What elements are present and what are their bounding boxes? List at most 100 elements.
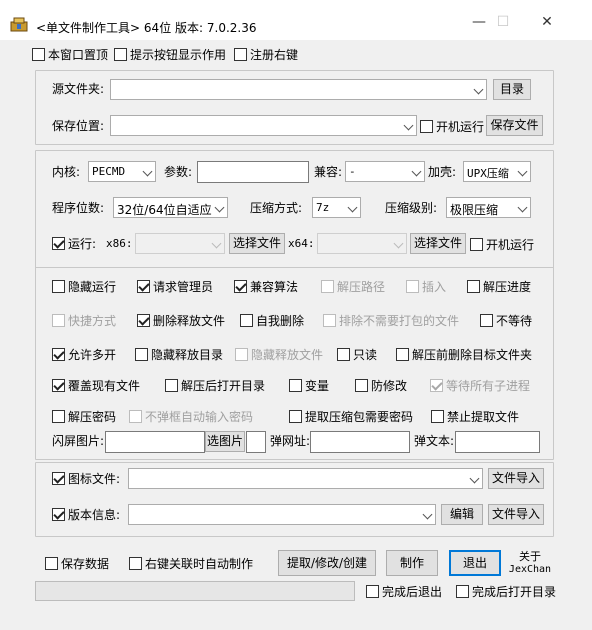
save-file-button[interactable]: 保存文件 — [486, 115, 543, 136]
allow-multiple-checkbox[interactable]: 允许多开 — [52, 346, 116, 362]
version-info-checkbox[interactable]: 版本信息: — [52, 506, 120, 522]
insert-checkbox[interactable]: 插入 — [406, 278, 446, 294]
checkbox-box — [52, 409, 65, 423]
compress-level-combo[interactable]: 极限压缩 — [446, 197, 531, 218]
checkbox-box — [396, 347, 409, 361]
popup-text-label: 弹文本: — [414, 434, 455, 448]
checkbox-label: 等待所有子进程 — [446, 378, 531, 393]
open-dir-after-extract-checkbox[interactable]: 解压后打开目录 — [165, 377, 265, 393]
save-location-label: 保存位置: — [52, 119, 105, 133]
icon-file-combo[interactable] — [128, 468, 483, 489]
checkbox-label: 解压密码 — [68, 409, 117, 424]
popup-url-input[interactable] — [310, 431, 410, 453]
core-combo[interactable]: PECMD — [88, 161, 156, 182]
params-input[interactable] — [197, 161, 309, 183]
variable-checkbox[interactable]: 变量 — [289, 377, 329, 393]
select-file-x64-button[interactable]: 选择文件 — [410, 233, 466, 254]
compat-label: 兼容: — [314, 165, 343, 179]
icon-file-checkbox[interactable]: 图标文件: — [52, 470, 120, 486]
chevron-down-icon — [393, 238, 404, 249]
checkbox-box — [467, 279, 480, 293]
version-info-combo[interactable] — [128, 504, 436, 525]
checkbox-label: 版本信息: — [68, 507, 121, 522]
compat-combo[interactable]: - — [345, 161, 425, 182]
checkbox-box — [52, 279, 65, 293]
x86-combo[interactable] — [135, 233, 225, 254]
compress-level-label: 压缩级别: — [385, 201, 438, 215]
checkbox-label: 本窗口置顶 — [48, 47, 109, 62]
topmost-checkbox[interactable]: 本窗口置顶 — [32, 46, 108, 62]
auto-input-password-checkbox[interactable]: 不弹框自动输入密码 — [129, 408, 253, 424]
hide-run-checkbox[interactable]: 隐藏运行 — [52, 278, 116, 294]
checkbox-box — [289, 409, 302, 423]
self-delete-checkbox[interactable]: 自我删除 — [240, 312, 304, 328]
icon-import-button[interactable]: 文件导入 — [488, 468, 544, 489]
auto-make-checkbox[interactable]: 右键关联时自动制作 — [129, 555, 253, 571]
show-tooltips-checkbox[interactable]: 提示按钮显示作用 — [114, 46, 226, 62]
exclude-files-checkbox[interactable]: 排除不需要打包的文件 — [323, 312, 459, 328]
delete-target-before-extract-checkbox[interactable]: 解压前删除目标文件夹 — [396, 346, 532, 362]
x64-combo[interactable] — [317, 233, 407, 254]
checkbox-label: 覆盖现有文件 — [68, 378, 141, 393]
checkbox-label: 不等待 — [496, 313, 533, 328]
shortcut-checkbox[interactable]: 快捷方式 — [52, 312, 116, 328]
extract-progress-checkbox[interactable]: 解压进度 — [467, 278, 531, 294]
extract-path-checkbox[interactable]: 解压路径 — [321, 278, 385, 294]
run-checkbox[interactable]: 运行: — [52, 235, 96, 251]
checkbox-label: 运行: — [68, 236, 97, 251]
save-location-combo[interactable] — [110, 115, 417, 136]
overwrite-existing-checkbox[interactable]: 覆盖现有文件 — [52, 377, 140, 393]
chevron-down-icon — [214, 202, 225, 213]
checkbox-box — [406, 279, 419, 293]
about-link[interactable]: 关于 JexChan — [505, 550, 555, 576]
save-data-checkbox[interactable]: 保存数据 — [45, 555, 109, 571]
make-button[interactable]: 制作 — [386, 550, 438, 576]
checkbox-label: 右键关联时自动制作 — [145, 556, 254, 571]
compress-method-combo[interactable]: 7z — [312, 197, 361, 218]
checkbox-label: 完成后打开目录 — [472, 584, 557, 599]
no-wait-checkbox[interactable]: 不等待 — [480, 312, 532, 328]
popup-text-input[interactable] — [455, 431, 540, 453]
exit-after-done-checkbox[interactable]: 完成后退出 — [366, 583, 442, 599]
extract-password-checkbox[interactable]: 解压密码 — [52, 408, 116, 424]
checkbox-label: 请求管理员 — [153, 279, 214, 294]
bits-combo[interactable]: 32位/64位自适应 — [113, 197, 228, 218]
select-image-button[interactable]: 选图片 — [205, 431, 245, 452]
open-dir-after-done-checkbox[interactable]: 完成后打开目录 — [456, 583, 556, 599]
shell-combo[interactable]: UPX压缩 — [463, 161, 531, 182]
forbid-extract-checkbox[interactable]: 禁止提取文件 — [431, 408, 519, 424]
version-import-button[interactable]: 文件导入 — [488, 504, 544, 525]
register-context-menu-checkbox[interactable]: 注册右键 — [234, 46, 298, 62]
edit-button[interactable]: 编辑 — [441, 504, 483, 525]
chevron-down-icon — [517, 202, 528, 213]
maximize-button[interactable]: ☐ — [480, 0, 526, 40]
compress-method-label: 压缩方式: — [250, 201, 303, 215]
hide-release-dir-checkbox[interactable]: 隐藏释放目录 — [135, 346, 223, 362]
source-folder-combo[interactable] — [110, 79, 487, 100]
checkbox-label: 完成后退出 — [382, 584, 443, 599]
delete-released-files-checkbox[interactable]: 删除释放文件 — [137, 312, 225, 328]
checkbox-box — [480, 313, 493, 327]
extract-requires-password-checkbox[interactable]: 提取压缩包需要密码 — [289, 408, 413, 424]
directory-button[interactable]: 目录 — [493, 79, 531, 100]
anti-modify-checkbox[interactable]: 防修改 — [355, 377, 407, 393]
splash-extra-input[interactable] — [246, 431, 266, 453]
exit-button[interactable]: 退出 — [449, 550, 501, 576]
checkbox-label: 快捷方式 — [68, 313, 117, 328]
startup-checkbox[interactable]: 开机运行 — [420, 118, 484, 134]
run-startup-checkbox[interactable]: 开机运行 — [470, 236, 534, 252]
checkbox-box — [135, 347, 148, 361]
splash-image-input[interactable] — [105, 431, 205, 453]
check-icon — [430, 378, 443, 392]
x64-label: x64: — [288, 237, 315, 250]
wait-all-children-checkbox[interactable]: 等待所有子进程 — [430, 377, 530, 393]
read-only-checkbox[interactable]: 只读 — [337, 346, 377, 362]
request-admin-checkbox[interactable]: 请求管理员 — [137, 278, 213, 294]
select-file-x86-button[interactable]: 选择文件 — [229, 233, 285, 254]
compat-algorithm-checkbox[interactable]: 兼容算法 — [234, 278, 298, 294]
close-button[interactable]: ✕ — [524, 0, 570, 40]
checkbox-label: 保存数据 — [61, 556, 110, 571]
extract-modify-create-button[interactable]: 提取/修改/创建 — [278, 550, 376, 576]
hide-release-file-checkbox[interactable]: 隐藏释放文件 — [235, 346, 323, 362]
checkbox-label: 允许多开 — [68, 347, 117, 362]
